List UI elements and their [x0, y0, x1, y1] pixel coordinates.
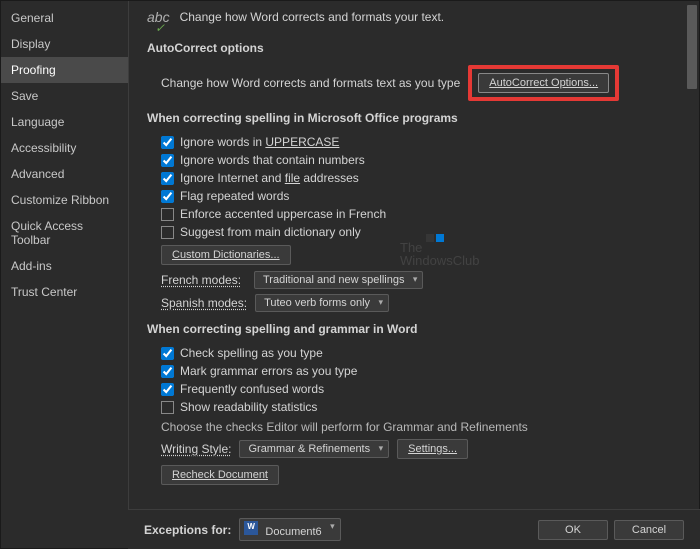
- checkbox-check-spelling[interactable]: [161, 347, 174, 360]
- ok-button[interactable]: OK: [538, 520, 608, 540]
- checkbox-ignore-uppercase[interactable]: [161, 136, 174, 149]
- spanish-modes-dropdown[interactable]: Tuteo verb forms only: [255, 294, 389, 312]
- sidebar-item-add-ins[interactable]: Add-ins: [1, 253, 128, 279]
- checkbox-flag-repeated[interactable]: [161, 190, 174, 203]
- label-enforce-accented: Enforce accented uppercase in French: [180, 207, 386, 221]
- word-doc-icon: [244, 521, 258, 535]
- custom-dictionaries-button[interactable]: Custom Dictionaries...: [161, 245, 291, 265]
- cancel-button[interactable]: Cancel: [614, 520, 684, 540]
- sidebar-item-advanced[interactable]: Advanced: [1, 161, 128, 187]
- label-ignore-internet: Ignore Internet and file addresses: [180, 171, 359, 185]
- checkbox-suggest-main[interactable]: [161, 226, 174, 239]
- label-flag-repeated: Flag repeated words: [180, 189, 289, 203]
- sidebar-item-trust-center[interactable]: Trust Center: [1, 279, 128, 305]
- checkbox-readability[interactable]: [161, 401, 174, 414]
- autocorrect-options-button[interactable]: AutoCorrect Options...: [478, 73, 609, 93]
- footer: Exceptions for: Document6 OK Cancel: [128, 509, 700, 549]
- sidebar-item-general[interactable]: General: [1, 5, 128, 31]
- sidebar-item-save[interactable]: Save: [1, 83, 128, 109]
- label-confused-words: Frequently confused words: [180, 382, 324, 396]
- autocorrect-desc: Change how Word corrects and formats tex…: [161, 76, 460, 90]
- sidebar-item-customize-ribbon[interactable]: Customize Ribbon: [1, 187, 128, 213]
- sidebar-item-display[interactable]: Display: [1, 31, 128, 57]
- sidebar-item-language[interactable]: Language: [1, 109, 128, 135]
- choose-checks-desc: Choose the checks Editor will perform fo…: [161, 420, 683, 434]
- checkbox-mark-grammar[interactable]: [161, 365, 174, 378]
- french-modes-label: French modes:: [161, 273, 246, 287]
- writing-style-label: Writing Style:: [161, 442, 231, 456]
- exceptions-label: Exceptions for:: [144, 523, 231, 537]
- scrollbar-thumb[interactable]: [687, 5, 697, 89]
- label-mark-grammar: Mark grammar errors as you type: [180, 364, 357, 378]
- section-spelling-office-title: When correcting spelling in Microsoft Of…: [147, 111, 683, 125]
- label-suggest-main: Suggest from main dictionary only: [180, 225, 361, 239]
- section-autocorrect-title: AutoCorrect options: [147, 41, 683, 55]
- recheck-document-button[interactable]: Recheck Document: [161, 465, 279, 485]
- sidebar: General Display Proofing Save Language A…: [1, 1, 129, 548]
- proofing-icon: abc ✓: [147, 9, 170, 25]
- sidebar-item-quick-access-toolbar[interactable]: Quick Access Toolbar: [1, 213, 128, 253]
- label-ignore-uppercase: Ignore words in UPPERCASE: [180, 135, 339, 149]
- label-readability: Show readability statistics: [180, 400, 317, 414]
- exceptions-dropdown[interactable]: Document6: [239, 518, 340, 541]
- label-check-spelling: Check spelling as you type: [180, 346, 323, 360]
- spanish-modes-label: Spanish modes:: [161, 296, 247, 310]
- main-panel: abc ✓ Change how Word corrects and forma…: [129, 1, 699, 548]
- checkbox-ignore-numbers[interactable]: [161, 154, 174, 167]
- scrollbar[interactable]: [686, 4, 698, 504]
- checkbox-enforce-accented[interactable]: [161, 208, 174, 221]
- sidebar-item-proofing[interactable]: Proofing: [1, 57, 128, 83]
- sidebar-item-accessibility[interactable]: Accessibility: [1, 135, 128, 161]
- section-spelling-word-title: When correcting spelling and grammar in …: [147, 322, 683, 336]
- checkbox-ignore-internet[interactable]: [161, 172, 174, 185]
- french-modes-dropdown[interactable]: Traditional and new spellings: [254, 271, 423, 289]
- checkbox-confused-words[interactable]: [161, 383, 174, 396]
- writing-style-dropdown[interactable]: Grammar & Refinements: [239, 440, 389, 458]
- highlight-box: AutoCorrect Options...: [468, 65, 619, 101]
- label-ignore-numbers: Ignore words that contain numbers: [180, 153, 365, 167]
- settings-button[interactable]: Settings...: [397, 439, 468, 459]
- page-description: Change how Word corrects and formats you…: [180, 10, 445, 24]
